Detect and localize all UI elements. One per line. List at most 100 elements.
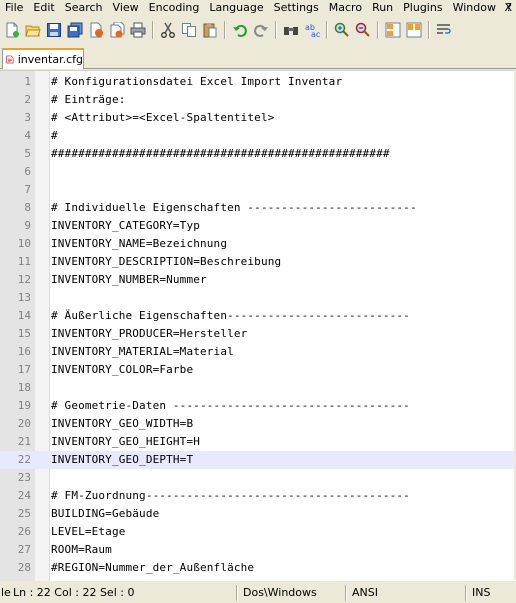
menu-language[interactable]: Language xyxy=(204,0,268,16)
editor-line[interactable]: 1 # Konfigurationsdatei Excel Import Inve… xyxy=(0,73,516,91)
editor-line[interactable]: 6 xyxy=(0,163,516,181)
editor-line[interactable]: 21 INVENTORY_GEO_HEIGHT=H xyxy=(0,433,516,451)
close-all-icon[interactable] xyxy=(107,20,127,40)
line-number: 28 xyxy=(17,561,31,574)
line-number: 6 xyxy=(24,165,31,178)
editor-line[interactable]: 20 INVENTORY_GEO_WIDTH=B xyxy=(0,415,516,433)
editor-line[interactable]: 13 xyxy=(0,289,516,307)
line-number: 25 xyxy=(17,507,31,520)
line-number: 12 xyxy=(17,273,31,286)
line-number: 22 xyxy=(17,453,31,466)
line-number: 5 xyxy=(24,147,31,160)
menu-settings[interactable]: Settings xyxy=(269,0,324,16)
toolbar-separator xyxy=(275,21,277,39)
zoom-out-icon[interactable] xyxy=(353,20,373,40)
line-text: ROOM=Raum xyxy=(51,543,112,556)
menu-run[interactable]: Run xyxy=(367,0,398,16)
cut-icon[interactable] xyxy=(158,20,178,40)
toolbar-separator xyxy=(152,21,154,39)
line-number: 7 xyxy=(24,183,31,196)
menu-view[interactable]: View xyxy=(108,0,144,16)
line-text: INVENTORY_GEO_DEPTH=T xyxy=(51,453,194,466)
save-icon[interactable] xyxy=(44,20,64,40)
menu-encoding[interactable]: Encoding xyxy=(144,0,205,16)
sync-vertical-icon[interactable] xyxy=(383,20,403,40)
word-wrap-icon[interactable] xyxy=(434,20,454,40)
editor-line[interactable]: 25 BUILDING=Gebäude xyxy=(0,505,516,523)
line-number: 11 xyxy=(17,255,31,268)
editor-line[interactable]: 9 INVENTORY_CATEGORY=Typ xyxy=(0,217,516,235)
menu-plugins[interactable]: Plugins xyxy=(398,0,447,16)
line-number: 8 xyxy=(24,201,31,214)
toolbar-separator xyxy=(428,21,430,39)
tab-label: inventar.cfg xyxy=(17,53,83,66)
editor-line[interactable]: 27 ROOM=Raum xyxy=(0,541,516,559)
editor-line[interactable]: 23 xyxy=(0,469,516,487)
line-text: # xyxy=(51,129,58,142)
line-number: 10 xyxy=(17,237,31,250)
replace-icon[interactable]: ab ac xyxy=(302,20,322,40)
find-icon[interactable] xyxy=(281,20,301,40)
editor-line[interactable]: 28 #REGION=Nummer_der_Außenfläche xyxy=(0,559,516,577)
editor-line[interactable]: 22 INVENTORY_GEO_DEPTH=T xyxy=(0,451,516,469)
line-number: 21 xyxy=(17,435,31,448)
line-number: 16 xyxy=(17,345,31,358)
editor-line[interactable]: 12 INVENTORY_NUMBER=Nummer xyxy=(0,271,516,289)
menu-search[interactable]: Search xyxy=(60,0,108,16)
line-text: BUILDING=Gebäude xyxy=(51,507,160,520)
editor-line[interactable]: 17 INVENTORY_COLOR=Farbe xyxy=(0,361,516,379)
line-number: 18 xyxy=(17,381,31,394)
close-document-icon[interactable]: X xyxy=(504,0,512,16)
line-number: 1 xyxy=(24,75,31,88)
line-number: 15 xyxy=(17,327,31,340)
editor-line[interactable]: 18 xyxy=(0,379,516,397)
tab-inventar-cfg[interactable]: inventar.cfg xyxy=(2,48,84,69)
editor-line[interactable]: 15 INVENTORY_PRODUCER=Hersteller xyxy=(0,325,516,343)
zoom-in-icon[interactable] xyxy=(332,20,352,40)
undo-icon[interactable] xyxy=(230,20,250,40)
editor-line[interactable]: 14 # Äußerliche Eigenschaften------------… xyxy=(0,307,516,325)
copy-icon[interactable] xyxy=(179,20,199,40)
close-icon[interactable] xyxy=(86,20,106,40)
new-file-icon[interactable] xyxy=(2,20,22,40)
line-text: INVENTORY_CATEGORY=Typ xyxy=(51,219,200,232)
menu-window[interactable]: Window xyxy=(448,0,501,16)
menu-edit[interactable]: Edit xyxy=(28,0,59,16)
line-text: INVENTORY_GEO_HEIGHT=H xyxy=(51,435,200,448)
paste-icon[interactable] xyxy=(200,20,220,40)
editor-line[interactable]: 26 LEVEL=Etage xyxy=(0,523,516,541)
tab-bar: inventar.cfg xyxy=(0,47,516,69)
line-text: #REGION=Nummer_der_Außenfläche xyxy=(51,561,255,574)
editor-line[interactable]: 19 # Geometrie-Daten --------------------… xyxy=(0,397,516,415)
editor-line[interactable]: 16 INVENTORY_MATERIAL=Material xyxy=(0,343,516,361)
line-text: # Geometrie-Daten ----------------------… xyxy=(51,399,410,412)
line-number: 23 xyxy=(17,471,31,484)
line-text: # Einträge: xyxy=(51,93,126,106)
editor-line[interactable]: 4 # xyxy=(0,127,516,145)
save-all-icon[interactable] xyxy=(65,20,85,40)
line-text: INVENTORY_GEO_WIDTH=B xyxy=(51,417,194,430)
line-text: INVENTORY_NUMBER=Nummer xyxy=(51,273,207,286)
editor-line[interactable]: 2 # Einträge: xyxy=(0,91,516,109)
line-number: 27 xyxy=(17,543,31,556)
line-text: ########################################… xyxy=(51,147,390,160)
editor-line[interactable]: 3 # <Attribut>=<Excel-Spaltentitel> xyxy=(0,109,516,127)
editor-line[interactable]: 8 # Individuelle Eigenschaften ----------… xyxy=(0,199,516,217)
line-number: 9 xyxy=(24,219,31,232)
toolbar: ab ac xyxy=(0,17,516,43)
menu-file[interactable]: File xyxy=(0,0,28,16)
menu-macro[interactable]: Macro xyxy=(324,0,367,16)
editor-line[interactable]: 10 INVENTORY_NAME=Bezeichnung xyxy=(0,235,516,253)
text-editor[interactable]: 1 # Konfigurationsdatei Excel Import Inve… xyxy=(0,70,516,581)
open-file-icon[interactable] xyxy=(23,20,43,40)
editor-line[interactable]: 7 xyxy=(0,181,516,199)
editor-line[interactable]: 5 #######################################… xyxy=(0,145,516,163)
redo-icon[interactable] xyxy=(251,20,271,40)
print-icon[interactable] xyxy=(128,20,148,40)
editor-line[interactable]: 11 INVENTORY_DESCRIPTION=Beschreibung xyxy=(0,253,516,271)
editor-line[interactable]: 24 # FM-Zuordnung------------------------… xyxy=(0,487,516,505)
status-bar: le Ln : 22 Col : 22 Sel : 0 Dos\Windows … xyxy=(0,583,516,603)
sync-horizontal-icon[interactable] xyxy=(404,20,424,40)
line-number: 14 xyxy=(17,309,31,322)
editor-lines: 1 # Konfigurationsdatei Excel Import Inve… xyxy=(0,73,516,577)
